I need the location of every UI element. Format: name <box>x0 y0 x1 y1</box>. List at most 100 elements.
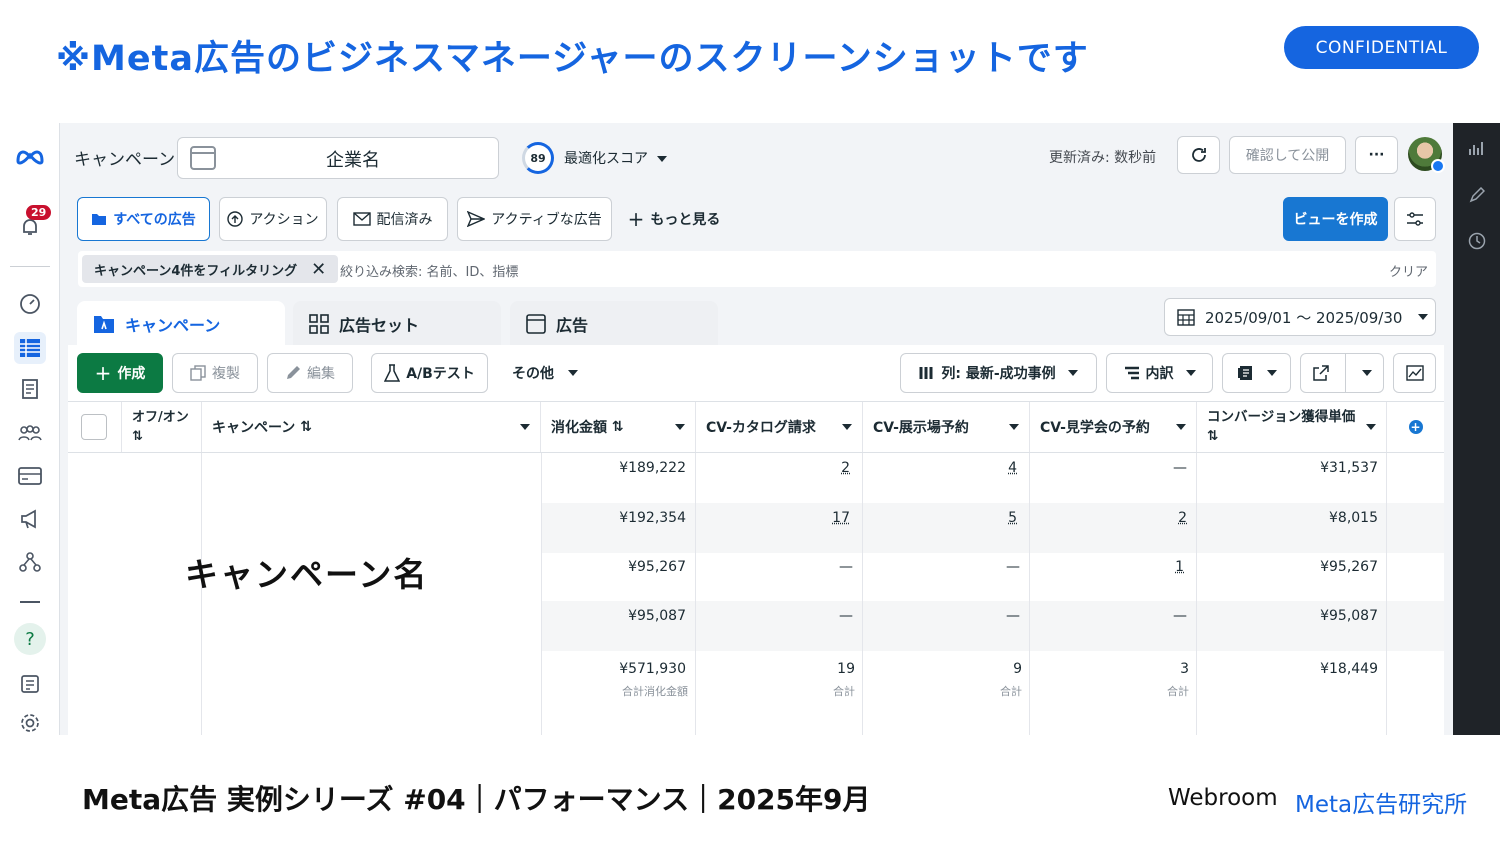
cv-catalog-cell[interactable]: 2 <box>700 460 850 476</box>
ad-icon <box>526 314 546 334</box>
cv-showroom-cell: — <box>1006 608 1020 624</box>
tab-ad[interactable]: 広告 <box>510 301 718 347</box>
column-cv-showroom[interactable]: CV-展示場予約 <box>863 402 1030 452</box>
bell-icon[interactable]: 29 <box>14 205 52 243</box>
megaphone-icon[interactable] <box>14 503 46 535</box>
edit-button[interactable]: 編集 <box>267 353 353 393</box>
add-column-icon[interactable]: + <box>1408 420 1423 434</box>
left-nav: 29 ? <box>0 123 60 735</box>
select-all-checkbox[interactable] <box>81 414 107 440</box>
chevron-down-icon <box>1176 424 1186 430</box>
chevron-down-icon <box>1418 314 1429 320</box>
more-options-button[interactable]: ··· <box>1355 136 1398 174</box>
clock-icon[interactable] <box>1467 231 1487 251</box>
column-divider <box>862 453 863 735</box>
chevron-down-icon <box>1067 370 1078 376</box>
campaign-name-overlay: キャンペーン名 <box>185 555 429 594</box>
total-spend: ¥571,930 <box>619 661 686 677</box>
upload-circle-icon <box>227 211 244 227</box>
chevron-down-icon <box>842 424 852 430</box>
column-divider <box>695 453 696 735</box>
cv-tour-cell[interactable]: 1 <box>1034 559 1184 575</box>
chevron-down-icon <box>1266 370 1277 376</box>
breakdown-dropdown[interactable]: 内訳 <box>1106 353 1213 393</box>
column-onoff[interactable]: オフ/オン ⇅ <box>122 402 202 452</box>
publish-button[interactable]: 確認して公開 <box>1229 136 1346 174</box>
more-views-button[interactable]: + もっと見る <box>620 197 728 241</box>
optimization-score-label[interactable]: 最適化スコア <box>564 148 667 168</box>
filter-chip[interactable]: キャンペーン4件をフィルタリング ✕ <box>82 255 339 283</box>
flask-icon <box>384 364 401 382</box>
refresh-button[interactable] <box>1177 136 1220 174</box>
chart-toggle-button[interactable] <box>1393 353 1436 393</box>
add-column-cell: + <box>1387 402 1444 452</box>
create-button[interactable]: + 作成 <box>77 353 163 393</box>
view-action-button[interactable]: アクション <box>219 197 327 241</box>
footer-lab: Meta広告研究所 <box>1295 792 1468 818</box>
cv-showroom-cell[interactable]: 4 <box>867 460 1017 476</box>
gear-icon[interactable] <box>14 707 46 735</box>
reports-icon <box>1237 366 1252 380</box>
create-view-button[interactable]: ビューを作成 <box>1283 197 1388 241</box>
cv-showroom-cell[interactable]: 5 <box>867 510 1017 526</box>
close-icon[interactable]: ✕ <box>311 259 326 280</box>
cv-catalog-cell[interactable]: 17 <box>700 510 850 526</box>
column-campaign[interactable]: キャンペーン ⇅ <box>202 402 541 452</box>
folder-icon <box>92 214 107 225</box>
pencil-icon[interactable] <box>1467 185 1487 205</box>
total-cv-tour: 3 <box>1180 661 1189 677</box>
cv-tour-cell: — <box>1173 608 1187 624</box>
avatar[interactable] <box>1408 137 1445 173</box>
duplicate-button[interactable]: 複製 <box>172 353 258 393</box>
billing-icon[interactable] <box>14 460 46 492</box>
view-settings-button[interactable] <box>1394 197 1436 241</box>
gauge-icon[interactable] <box>14 288 46 320</box>
sliders-icon <box>1407 212 1423 226</box>
chevron-down-icon <box>656 156 667 162</box>
date-range-picker[interactable]: 2025/09/01 〜 2025/09/30 <box>1164 298 1436 336</box>
filter-search-input[interactable]: 絞り込み検索: 名前、ID、指標 <box>340 261 518 280</box>
send-icon <box>467 211 486 227</box>
tab-ad-label: 広告 <box>556 316 589 335</box>
column-cv-tour[interactable]: CV-見学会の予約 <box>1030 402 1197 452</box>
filter-bar: キャンペーン4件をフィルタリング ✕ 絞り込み検索: 名前、ID、指標 クリア <box>78 251 1436 287</box>
view-delivered-button[interactable]: 配信済み <box>337 197 448 241</box>
tab-campaign[interactable]: キャンペーン <box>77 301 285 347</box>
columns-dropdown[interactable]: 列: 最新-成功事例 <box>900 353 1097 393</box>
breakdown-icon <box>1124 366 1139 380</box>
total-label: 合計 <box>1000 685 1022 698</box>
clear-filter-link[interactable]: クリア <box>1389 261 1428 280</box>
total-label: 合計 <box>1167 685 1189 698</box>
reports-dropdown[interactable] <box>1222 353 1291 393</box>
other-menu-button[interactable]: その他 <box>505 353 585 393</box>
page-title: キャンペーン <box>74 150 176 170</box>
optimization-score-icon[interactable]: 89 <box>522 142 554 174</box>
tab-adset[interactable]: 広告セット <box>293 301 501 347</box>
filter-chip-label: キャンペーン4件をフィルタリング <box>94 263 298 279</box>
updated-status: 更新済み: 数秒前 <box>1049 150 1157 166</box>
cv-tour-cell: — <box>1173 460 1187 476</box>
view-active-ads-button[interactable]: アクティブな広告 <box>457 197 612 241</box>
view-all-ads-button[interactable]: すべての広告 <box>77 197 210 241</box>
spend-cell: ¥95,267 <box>628 559 686 575</box>
network-icon[interactable] <box>14 546 46 578</box>
column-spend[interactable]: 消化金額 ⇅ <box>541 402 696 452</box>
columns-icon <box>919 367 933 379</box>
column-cv-catalog[interactable]: CV-カタログ請求 <box>696 402 863 452</box>
nav-divider <box>20 601 40 603</box>
meta-logo-icon[interactable] <box>14 140 46 172</box>
news-icon[interactable] <box>14 668 46 700</box>
ab-test-button[interactable]: A/Bテスト <box>371 353 488 393</box>
campaign-selector[interactable]: 企業名 <box>177 137 499 179</box>
cpa-header-label: コンバージョン獲得単価 <box>1207 409 1356 425</box>
grid-icon <box>309 314 329 334</box>
help-icon[interactable]: ? <box>14 623 46 655</box>
campaign-name: 企業名 <box>326 150 380 171</box>
chart-icon[interactable] <box>1467 138 1487 158</box>
export-group[interactable] <box>1300 353 1384 393</box>
table-icon[interactable] <box>14 332 46 364</box>
column-cpa[interactable]: コンバージョン獲得単価 ⇅ <box>1197 402 1387 452</box>
audience-icon[interactable] <box>14 417 46 449</box>
cv-tour-cell[interactable]: 2 <box>1034 510 1187 526</box>
pages-icon[interactable] <box>14 373 46 405</box>
